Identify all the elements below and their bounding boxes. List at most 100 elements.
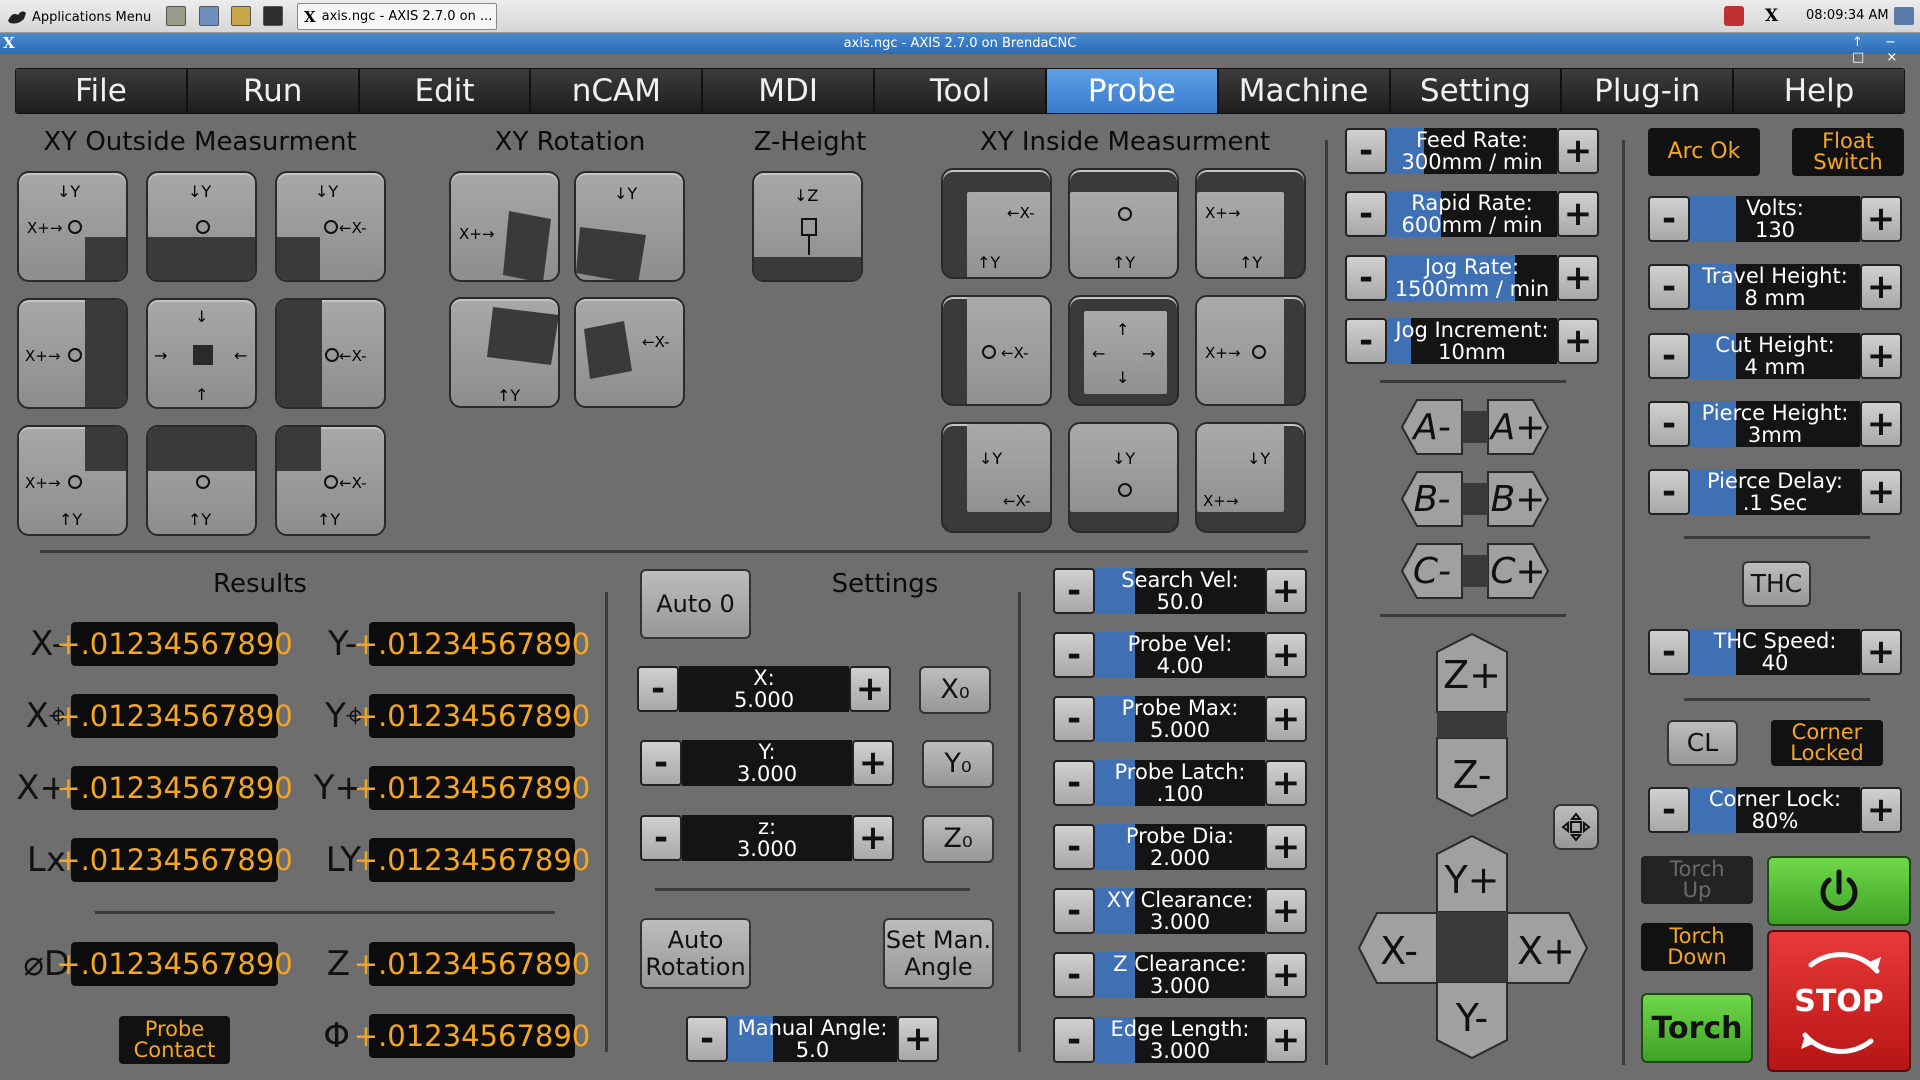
probe-inside-bottom-right[interactable]: ↓Y X+→ bbox=[1195, 422, 1306, 533]
menu-machine[interactable]: Machine bbox=[1218, 69, 1391, 113]
manual-angle-spinner[interactable]: - Manual Angle: 5.0 + bbox=[686, 1016, 939, 1062]
cut-height-minus[interactable]: - bbox=[1648, 333, 1690, 379]
setting-x-spinner[interactable]: - X: 5.000 + bbox=[637, 666, 891, 712]
menu-help[interactable]: Help bbox=[1734, 69, 1904, 113]
probe-dia-plus[interactable]: + bbox=[1265, 824, 1307, 870]
setting-z-spinner[interactable]: - z: 3.000 + bbox=[640, 815, 894, 861]
thc-button[interactable]: THC bbox=[1742, 561, 1811, 607]
rapid-rate-plus[interactable]: + bbox=[1557, 191, 1599, 237]
taskbar-window-tab[interactable]: X axis.ngc - AXIS 2.7.0 on ... bbox=[297, 3, 497, 30]
setting-y-plus[interactable]: + bbox=[852, 740, 894, 786]
manual-angle-plus[interactable]: + bbox=[897, 1016, 939, 1062]
jog-rate-plus[interactable]: + bbox=[1557, 255, 1599, 301]
probe-latch-spinner[interactable]: - Probe Latch: .100 + bbox=[1053, 760, 1307, 806]
volts-plus[interactable]: + bbox=[1860, 196, 1902, 242]
jog-b-plus[interactable]: B+ bbox=[1488, 472, 1548, 526]
probe-outside-bottom-right[interactable]: ←X- ↑Y bbox=[275, 425, 386, 536]
z-zero-button[interactable]: Z₀ bbox=[922, 815, 994, 863]
z-clearance-spinner[interactable]: - Z Clearance: 3.000 + bbox=[1053, 952, 1307, 998]
probe-max-plus[interactable]: + bbox=[1265, 696, 1307, 742]
auto-zero-button[interactable]: Auto 0 bbox=[640, 569, 751, 639]
probe-z-height[interactable]: ↓Z bbox=[752, 171, 863, 282]
menu-plugin[interactable]: Plug-in bbox=[1562, 69, 1735, 113]
menu-file[interactable]: File bbox=[16, 69, 188, 113]
cut-height-spinner[interactable]: - Cut Height: 4 mm + bbox=[1648, 333, 1902, 379]
z-clearance-minus[interactable]: - bbox=[1053, 952, 1095, 998]
probe-max-spinner[interactable]: - Probe Max: 5.000 + bbox=[1053, 696, 1307, 742]
folder-icon[interactable] bbox=[199, 6, 219, 26]
probe-dia-spinner[interactable]: - Probe Dia: 2.000 + bbox=[1053, 824, 1307, 870]
jog-c-minus[interactable]: C- bbox=[1402, 544, 1462, 598]
setting-x-plus[interactable]: + bbox=[849, 666, 891, 712]
setting-x-minus[interactable]: - bbox=[637, 666, 679, 712]
rapid-rate-spinner[interactable]: - Rapid Rate: 600mm / min + bbox=[1345, 191, 1599, 237]
manual-angle-minus[interactable]: - bbox=[686, 1016, 728, 1062]
pierce-delay-spinner[interactable]: - Pierce Delay: .1 Sec + bbox=[1648, 469, 1902, 515]
rotation-y-top[interactable]: ↓Y bbox=[574, 171, 685, 282]
menu-mdi[interactable]: MDI bbox=[703, 69, 876, 113]
probe-outside-left[interactable]: X+→ bbox=[17, 298, 128, 409]
jog-a-minus[interactable]: A- bbox=[1402, 400, 1462, 454]
probe-inside-top-left[interactable]: ←X- ↑Y bbox=[941, 168, 1052, 279]
probe-inside-center[interactable]: ↑ ↓ ← → bbox=[1068, 295, 1179, 406]
probe-inside-top[interactable]: ↑Y bbox=[1068, 168, 1179, 279]
setting-z-plus[interactable]: + bbox=[852, 815, 894, 861]
edge-length-spinner[interactable]: - Edge Length: 3.000 + bbox=[1053, 1017, 1307, 1063]
edge-length-plus[interactable]: + bbox=[1265, 1017, 1307, 1063]
probe-inside-left[interactable]: ←X- bbox=[941, 295, 1052, 406]
tray-network-icon[interactable] bbox=[1894, 7, 1914, 25]
probe-outside-center[interactable]: ↓ ↑ → ← bbox=[146, 298, 257, 409]
probe-outside-top-right[interactable]: ↓Y ←X- bbox=[275, 171, 386, 282]
rotation-x-minus-bottom[interactable]: ←X- bbox=[574, 297, 685, 408]
notes-icon[interactable] bbox=[231, 6, 251, 26]
probe-vel-minus[interactable]: - bbox=[1053, 632, 1095, 678]
probe-outside-right[interactable]: ←X- bbox=[275, 298, 386, 409]
cut-height-plus[interactable]: + bbox=[1860, 333, 1902, 379]
rotation-x-plus-top[interactable]: X+→ bbox=[449, 171, 560, 282]
tray-icon-1[interactable] bbox=[1724, 6, 1744, 26]
jog-z-plus[interactable]: Z+ bbox=[1437, 645, 1507, 705]
corner-lock-spinner[interactable]: - Corner Lock: 80% + bbox=[1648, 787, 1902, 833]
thc-speed-minus[interactable]: - bbox=[1648, 629, 1690, 675]
jog-y-plus[interactable]: Y+ bbox=[1437, 850, 1507, 910]
pierce-height-plus[interactable]: + bbox=[1860, 401, 1902, 447]
torch-button[interactable]: Torch bbox=[1641, 993, 1753, 1063]
jog-rate-minus[interactable]: - bbox=[1345, 255, 1387, 301]
setting-y-spinner[interactable]: - Y: 3.000 + bbox=[640, 740, 894, 786]
corner-lock-toggle-button[interactable]: CL bbox=[1667, 720, 1738, 766]
travel-height-minus[interactable]: - bbox=[1648, 264, 1690, 310]
jog-increment-spinner[interactable]: - Jog Increment: 10mm + bbox=[1345, 318, 1599, 364]
files-icon[interactable] bbox=[166, 6, 186, 26]
setting-z-minus[interactable]: - bbox=[640, 815, 682, 861]
corner-lock-minus[interactable]: - bbox=[1648, 787, 1690, 833]
probe-inside-right[interactable]: X+→ bbox=[1195, 295, 1306, 406]
travel-height-spinner[interactable]: - Travel Height: 8 mm + bbox=[1648, 264, 1902, 310]
menu-tool[interactable]: Tool bbox=[875, 69, 1047, 113]
window-titlebar[interactable]: X axis.ngc - AXIS 2.7.0 on BrendaCNC ↑ −… bbox=[0, 33, 1920, 65]
setting-y-minus[interactable]: - bbox=[640, 740, 682, 786]
feed-rate-minus[interactable]: - bbox=[1345, 128, 1387, 174]
probe-inside-bottom[interactable]: ↓Y bbox=[1068, 422, 1179, 533]
power-button[interactable] bbox=[1767, 856, 1911, 926]
edge-length-minus[interactable]: - bbox=[1053, 1017, 1095, 1063]
menu-run[interactable]: Run bbox=[187, 69, 360, 113]
travel-height-plus[interactable]: + bbox=[1860, 264, 1902, 310]
pierce-height-minus[interactable]: - bbox=[1648, 401, 1690, 447]
probe-outside-top[interactable]: ↓Y bbox=[146, 171, 257, 282]
jog-center-button[interactable] bbox=[1553, 804, 1599, 850]
corner-lock-plus[interactable]: + bbox=[1860, 787, 1902, 833]
jog-increment-plus[interactable]: + bbox=[1557, 318, 1599, 364]
menu-edit[interactable]: Edit bbox=[359, 69, 532, 113]
xy-clearance-plus[interactable]: + bbox=[1265, 888, 1307, 934]
probe-latch-plus[interactable]: + bbox=[1265, 760, 1307, 806]
feed-rate-plus[interactable]: + bbox=[1557, 128, 1599, 174]
probe-inside-top-right[interactable]: X+→ ↑Y bbox=[1195, 168, 1306, 279]
jog-a-plus[interactable]: A+ bbox=[1488, 400, 1548, 454]
probe-latch-minus[interactable]: - bbox=[1053, 760, 1095, 806]
xy-clearance-minus[interactable]: - bbox=[1053, 888, 1095, 934]
x-zero-button[interactable]: X₀ bbox=[919, 666, 991, 714]
menu-ncam[interactable]: nCAM bbox=[531, 69, 704, 113]
probe-outside-bottom-left[interactable]: X+→ ↑Y bbox=[17, 425, 128, 536]
probe-outside-top-left[interactable]: ↓Y X+→ bbox=[17, 171, 128, 282]
apps-menu-button[interactable]: Applications Menu bbox=[6, 6, 156, 28]
